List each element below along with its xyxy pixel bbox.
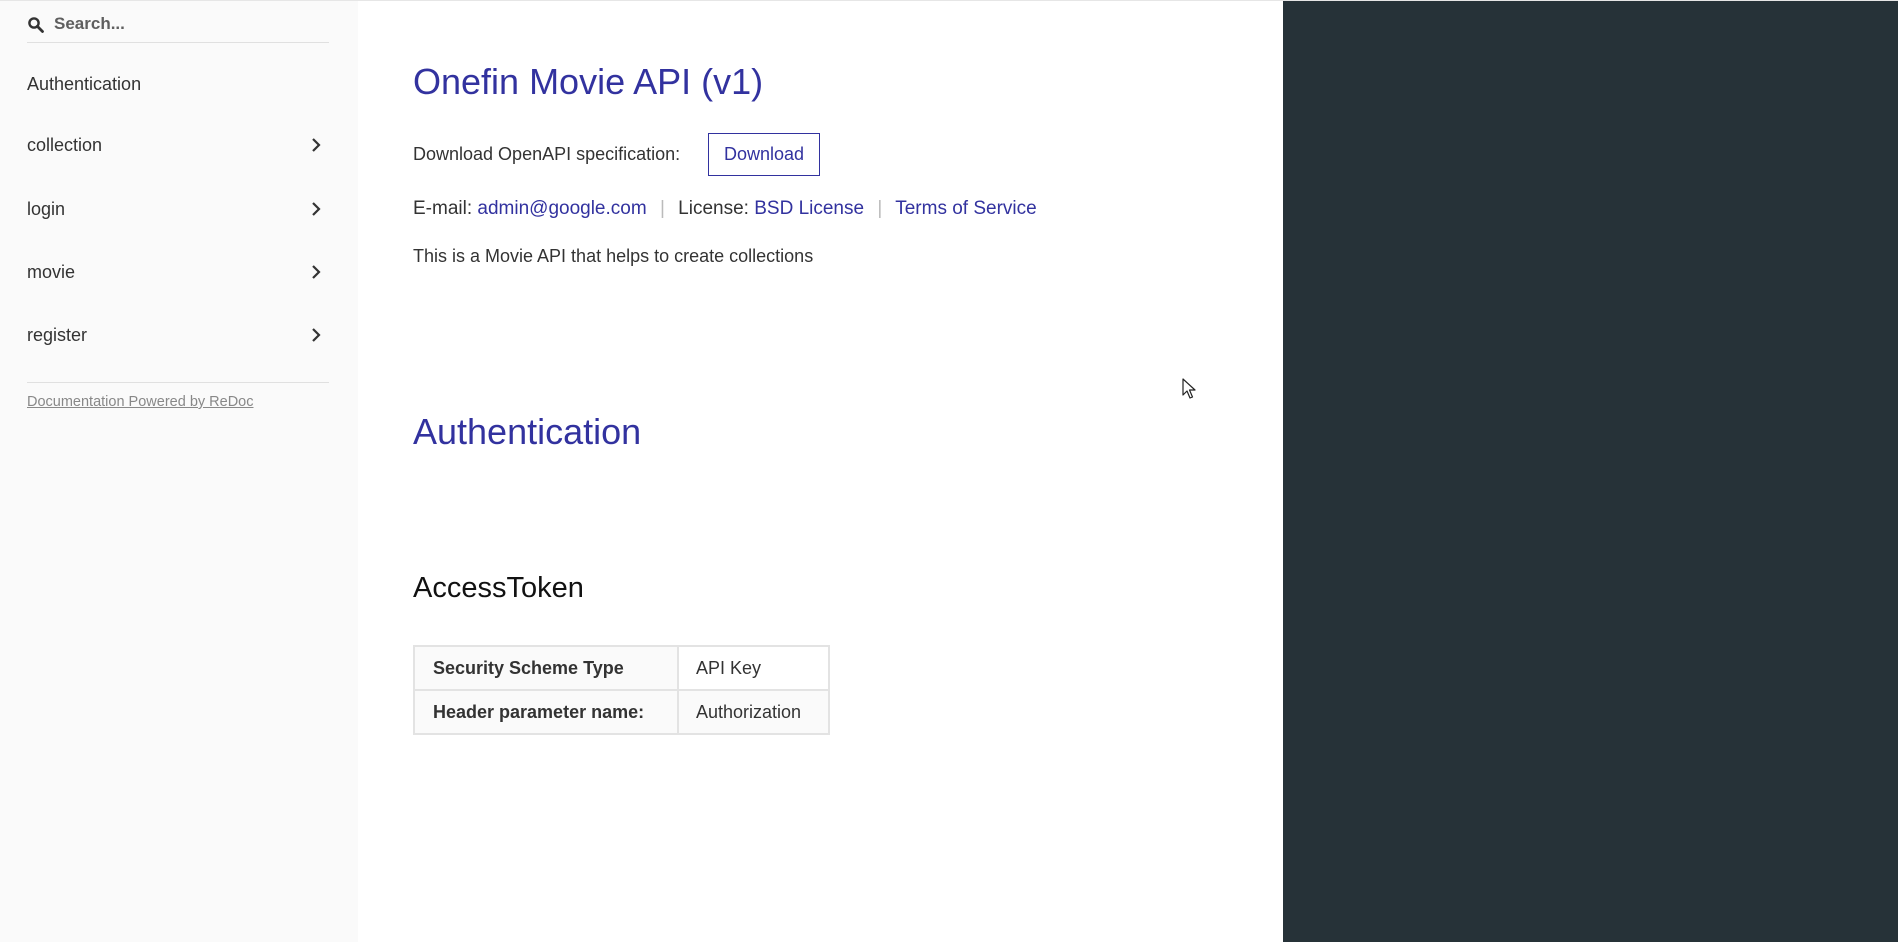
app-root: Authentication collection login movie re… [0, 0, 1898, 942]
chevron-right-icon [312, 202, 321, 216]
sidebar-item-label: movie [27, 262, 76, 282]
table-row: Security Scheme Type API Key [413, 645, 830, 691]
api-description: This is a Movie API that helps to create… [413, 246, 814, 266]
security-scheme-name: AccessToken [413, 572, 584, 604]
sidebar-item-label: register [27, 325, 88, 345]
sidebar-item-label: collection [27, 135, 103, 155]
table-cell-value: Authorization [677, 689, 830, 735]
sidebar-item-collection[interactable]: collection [27, 130, 329, 160]
license-label: License: [678, 198, 749, 219]
mouse-pointer-icon [1182, 378, 1196, 399]
chevron-right-icon [312, 328, 321, 342]
email-link[interactable]: admin@google.com [477, 198, 646, 219]
sidebar-divider [27, 382, 329, 383]
authentication-heading: Authentication [413, 411, 642, 452]
table-cell-key: Header parameter name: [413, 689, 679, 735]
email-label: E-mail: [413, 198, 473, 219]
page-title: Onefin Movie API (v1) [413, 61, 764, 102]
sidebar-item-label: Authentication [27, 74, 142, 94]
sidebar-item-login[interactable]: login [27, 194, 329, 224]
download-button[interactable]: Download [708, 133, 820, 176]
security-scheme-table: Security Scheme Type API Key Header para… [413, 645, 830, 735]
info-separator: | [877, 198, 883, 219]
chevron-right-icon [312, 265, 321, 279]
search-icon [28, 17, 44, 33]
powered-by-redoc-link[interactable]: Documentation Powered by ReDoc [27, 394, 253, 410]
api-info: E-mail: admin@google.com | License: BSD … [413, 198, 1037, 220]
chevron-right-icon [312, 138, 321, 152]
sidebar-item-authentication[interactable]: Authentication [27, 69, 329, 99]
license-link[interactable]: BSD License [754, 198, 864, 219]
download-label: Download OpenAPI specification: [413, 144, 681, 164]
main-content: Onefin Movie API (v1) Download OpenAPI s… [358, 1, 1283, 942]
sidebar-item-label: login [27, 199, 66, 219]
right-code-panel [1283, 1, 1898, 942]
sidebar-item-movie[interactable]: movie [27, 257, 329, 287]
table-row: Header parameter name: Authorization [413, 689, 830, 735]
sidebar: Authentication collection login movie re… [0, 1, 358, 942]
search-input[interactable] [54, 14, 324, 34]
table-cell-key: Security Scheme Type [413, 645, 679, 691]
sidebar-item-register[interactable]: register [27, 320, 329, 350]
terms-of-service-link[interactable]: Terms of Service [895, 198, 1036, 219]
table-cell-value: API Key [677, 645, 830, 691]
search-box [27, 9, 329, 43]
info-separator: | [659, 198, 665, 219]
